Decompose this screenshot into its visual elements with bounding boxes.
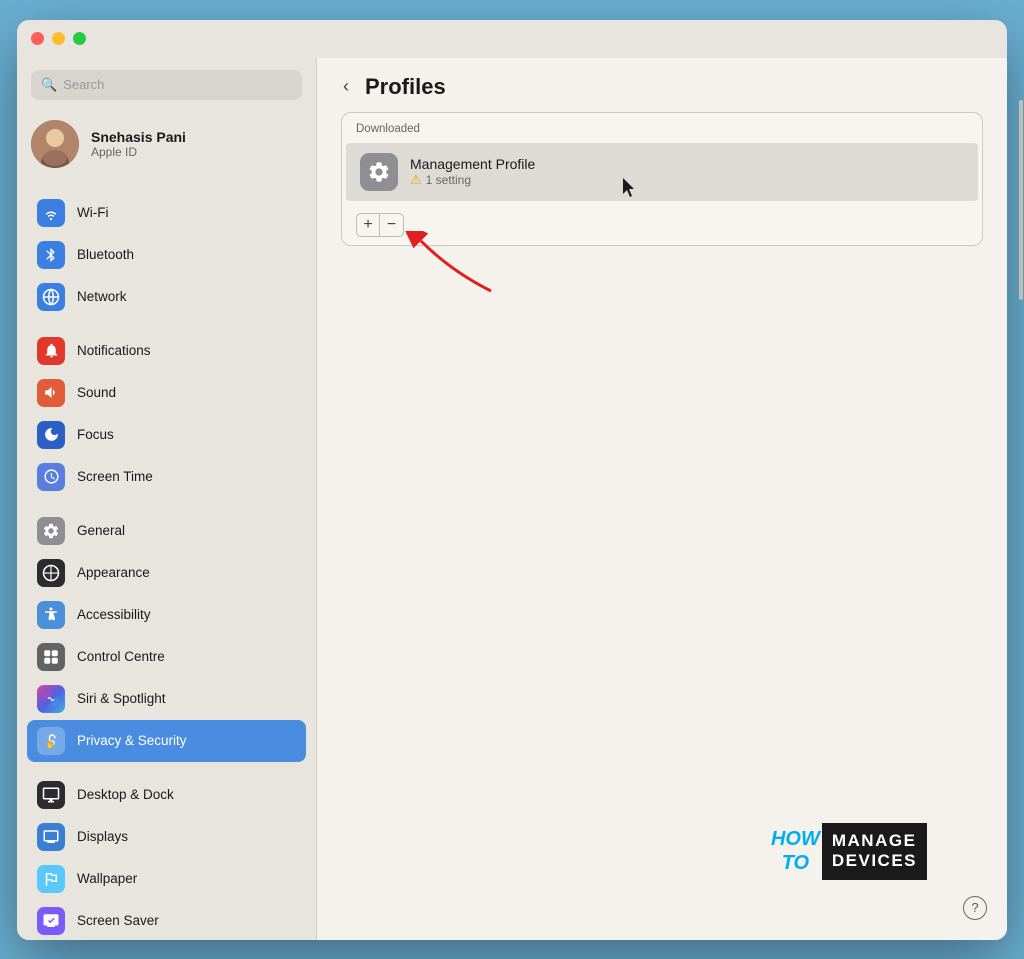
- desktop-icon: [37, 781, 65, 809]
- sidebar-item-label-desktop: Desktop & Dock: [77, 787, 174, 802]
- sidebar-item-bluetooth[interactable]: Bluetooth: [27, 234, 306, 276]
- avatar: [31, 120, 79, 168]
- svg-text:✋: ✋: [46, 740, 55, 749]
- profile-info: Management Profile ⚠ 1 setting: [410, 156, 535, 188]
- sidebar-item-label-privacy: Privacy & Security: [77, 733, 187, 748]
- sidebar-item-label-general: General: [77, 523, 125, 538]
- brand-managedevices: MANAGEDEVICES: [822, 823, 927, 880]
- title-bar: [17, 20, 1007, 58]
- sidebar-section-display: Desktop & Dock Displays: [17, 772, 316, 940]
- appearance-icon: [37, 559, 65, 587]
- avatar-image: [31, 120, 79, 168]
- traffic-lights: [31, 32, 86, 45]
- main-content: ‹ Profiles Downloaded Mana: [317, 58, 1007, 940]
- sidebar-item-label-displays: Displays: [77, 829, 128, 844]
- add-profile-button[interactable]: +: [356, 213, 380, 237]
- controlcentre-icon: [37, 643, 65, 671]
- back-button[interactable]: ‹: [337, 74, 355, 99]
- profile-row[interactable]: Management Profile ⚠ 1 setting: [346, 143, 978, 201]
- sidebar-item-siri[interactable]: Siri & Spotlight: [27, 678, 306, 720]
- help-button[interactable]: ?: [963, 896, 987, 920]
- wifi-icon: [37, 199, 65, 227]
- content-area: 🔍 Search Sneh: [17, 58, 1007, 940]
- sidebar-section-system: General Appearance: [17, 508, 316, 764]
- siri-icon: [37, 685, 65, 713]
- brand-howto: HOWTO: [771, 827, 820, 875]
- arrow-annotation: [341, 246, 983, 326]
- general-icon: [37, 517, 65, 545]
- warning-icon: ⚠: [410, 172, 422, 188]
- sidebar-item-label-focus: Focus: [77, 427, 114, 442]
- profiles-box: Downloaded Management Profile ⚠: [341, 112, 983, 246]
- minimize-button[interactable]: [52, 32, 65, 45]
- branding: HOWTO MANAGEDEVICES: [771, 823, 927, 880]
- focus-icon: [37, 421, 65, 449]
- sidebar-item-appearance[interactable]: Appearance: [27, 552, 306, 594]
- user-info: Snehasis Pani Apple ID: [91, 129, 186, 159]
- maximize-button[interactable]: [73, 32, 86, 45]
- screentime-icon: [37, 463, 65, 491]
- user-profile[interactable]: Snehasis Pani Apple ID: [17, 112, 316, 182]
- wallpaper-icon: [37, 865, 65, 893]
- network-icon: [37, 283, 65, 311]
- sidebar-item-wifi[interactable]: Wi-Fi: [27, 192, 306, 234]
- sidebar-item-accessibility[interactable]: Accessibility: [27, 594, 306, 636]
- bluetooth-icon: [37, 241, 65, 269]
- sidebar-item-label-screensaver: Screen Saver: [77, 913, 159, 928]
- sidebar-item-label-accessibility: Accessibility: [77, 607, 151, 622]
- privacy-icon: ✋: [37, 727, 65, 755]
- system-preferences-window: 🔍 Search Sneh: [17, 20, 1007, 940]
- profiles-content: Downloaded Management Profile ⚠: [317, 112, 1007, 940]
- user-subtitle: Apple ID: [91, 145, 186, 159]
- sound-icon: [37, 379, 65, 407]
- section-label: Downloaded: [342, 113, 982, 143]
- sidebar-item-privacy[interactable]: ✋ Privacy & Security: [27, 720, 306, 762]
- sidebar-item-label-siri: Siri & Spotlight: [77, 691, 166, 706]
- sidebar-item-network[interactable]: Network: [27, 276, 306, 318]
- sidebar-item-screentime[interactable]: Screen Time: [27, 456, 306, 498]
- sidebar-item-label-controlcentre: Control Centre: [77, 649, 165, 664]
- sidebar-item-desktop[interactable]: Desktop & Dock: [27, 774, 306, 816]
- sidebar-item-label-wallpaper: Wallpaper: [77, 871, 137, 886]
- sidebar-item-focus[interactable]: Focus: [27, 414, 306, 456]
- back-icon: ‹: [343, 76, 349, 97]
- search-container: 🔍 Search: [17, 58, 316, 112]
- search-box[interactable]: 🔍 Search: [31, 70, 302, 100]
- sidebar-item-label-network: Network: [77, 289, 127, 304]
- sidebar-item-general[interactable]: General: [27, 510, 306, 552]
- page-title: Profiles: [365, 74, 446, 100]
- displays-icon: [37, 823, 65, 851]
- sidebar-item-screensaver[interactable]: Screen Saver: [27, 900, 306, 940]
- sidebar-item-label-sound: Sound: [77, 385, 116, 400]
- red-arrow-svg: [401, 231, 521, 301]
- sidebar-item-label-notifications: Notifications: [77, 343, 151, 358]
- sidebar-item-label-wifi: Wi-Fi: [77, 205, 108, 220]
- search-icon: 🔍: [41, 77, 57, 93]
- sidebar-section-network: Wi-Fi Bluetooth: [17, 190, 316, 320]
- sidebar-item-label-appearance: Appearance: [77, 565, 150, 580]
- profile-subtitle: ⚠ 1 setting: [410, 172, 535, 188]
- sidebar-item-label-screentime: Screen Time: [77, 469, 153, 484]
- sidebar: 🔍 Search Sneh: [17, 58, 317, 940]
- main-header: ‹ Profiles: [317, 58, 1007, 112]
- profile-setting-count: 1 setting: [426, 173, 471, 187]
- profile-icon-wrap: [360, 153, 398, 191]
- sidebar-item-label-bluetooth: Bluetooth: [77, 247, 134, 262]
- notifications-icon: [37, 337, 65, 365]
- search-placeholder: Search: [63, 77, 104, 92]
- sidebar-item-displays[interactable]: Displays: [27, 816, 306, 858]
- sidebar-section-alerts: Notifications Sound: [17, 328, 316, 500]
- profile-name: Management Profile: [410, 156, 535, 172]
- close-button[interactable]: [31, 32, 44, 45]
- accessibility-icon: [37, 601, 65, 629]
- sidebar-item-sound[interactable]: Sound: [27, 372, 306, 414]
- sidebar-item-controlcentre[interactable]: Control Centre: [27, 636, 306, 678]
- sidebar-item-wallpaper[interactable]: Wallpaper: [27, 858, 306, 900]
- user-name: Snehasis Pani: [91, 129, 186, 145]
- screensaver-icon: [37, 907, 65, 935]
- sidebar-item-notifications[interactable]: Notifications: [27, 330, 306, 372]
